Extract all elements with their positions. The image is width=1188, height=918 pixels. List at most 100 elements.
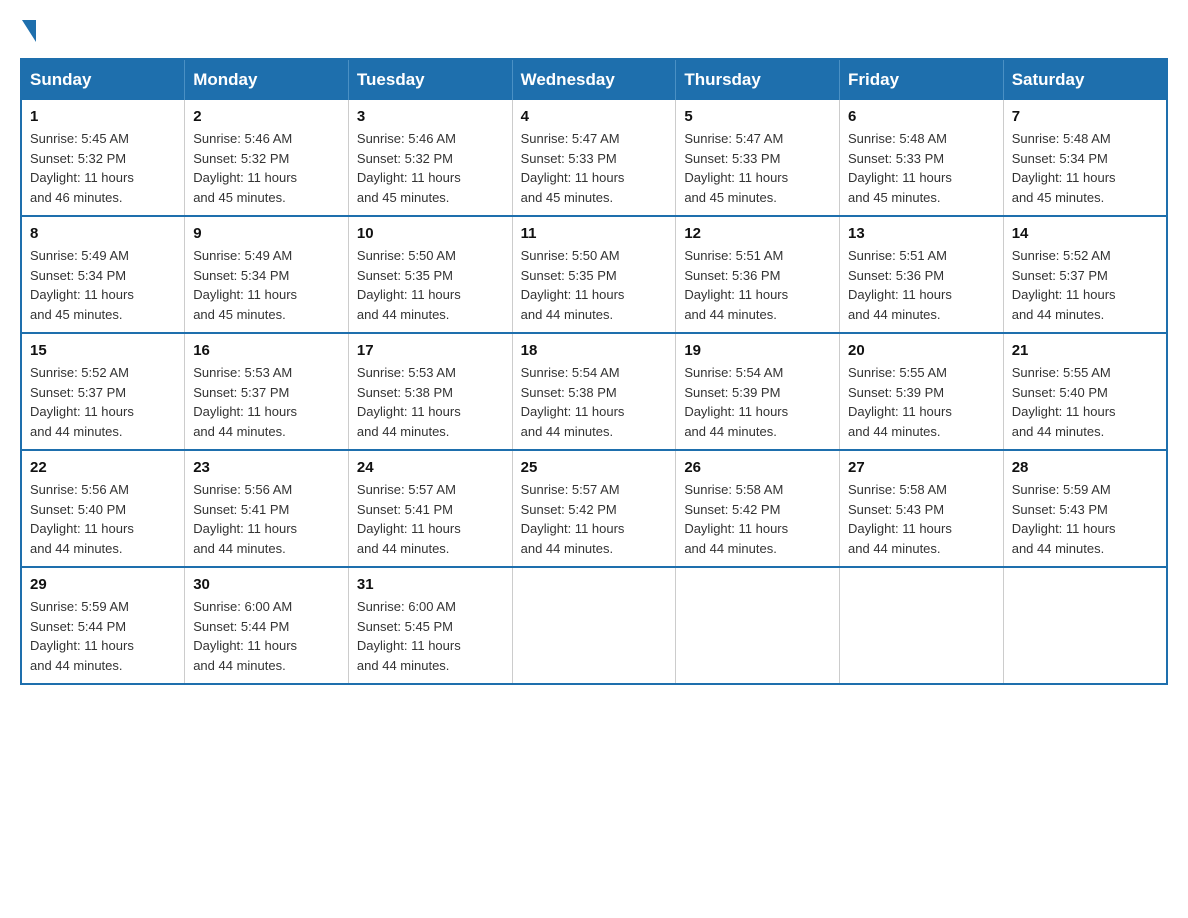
- day-number: 18: [521, 342, 668, 359]
- day-number: 21: [1012, 342, 1158, 359]
- day-number: 22: [30, 459, 176, 476]
- calendar-day-cell: 7 Sunrise: 5:48 AMSunset: 5:34 PMDayligh…: [1003, 100, 1167, 216]
- day-number: 27: [848, 459, 995, 476]
- day-number: 20: [848, 342, 995, 359]
- day-info: Sunrise: 5:52 AMSunset: 5:37 PMDaylight:…: [30, 363, 176, 441]
- day-number: 31: [357, 576, 504, 593]
- day-number: 2: [193, 108, 340, 125]
- calendar-day-cell: 10 Sunrise: 5:50 AMSunset: 5:35 PMDaylig…: [348, 216, 512, 333]
- day-info: Sunrise: 5:55 AMSunset: 5:40 PMDaylight:…: [1012, 363, 1158, 441]
- day-number: 29: [30, 576, 176, 593]
- header-friday: Friday: [840, 59, 1004, 100]
- calendar-day-cell: 16 Sunrise: 5:53 AMSunset: 5:37 PMDaylig…: [185, 333, 349, 450]
- day-info: Sunrise: 5:56 AMSunset: 5:40 PMDaylight:…: [30, 480, 176, 558]
- calendar-day-cell: 28 Sunrise: 5:59 AMSunset: 5:43 PMDaylig…: [1003, 450, 1167, 567]
- calendar-empty-cell: [676, 567, 840, 684]
- day-info: Sunrise: 5:46 AMSunset: 5:32 PMDaylight:…: [357, 129, 504, 207]
- day-number: 25: [521, 459, 668, 476]
- day-info: Sunrise: 5:48 AMSunset: 5:33 PMDaylight:…: [848, 129, 995, 207]
- calendar-day-cell: 23 Sunrise: 5:56 AMSunset: 5:41 PMDaylig…: [185, 450, 349, 567]
- day-info: Sunrise: 5:52 AMSunset: 5:37 PMDaylight:…: [1012, 246, 1158, 324]
- calendar-empty-cell: [840, 567, 1004, 684]
- calendar-day-cell: 2 Sunrise: 5:46 AMSunset: 5:32 PMDayligh…: [185, 100, 349, 216]
- day-number: 14: [1012, 225, 1158, 242]
- page-header: [20, 20, 1168, 38]
- day-info: Sunrise: 5:55 AMSunset: 5:39 PMDaylight:…: [848, 363, 995, 441]
- day-info: Sunrise: 5:46 AMSunset: 5:32 PMDaylight:…: [193, 129, 340, 207]
- calendar-day-cell: 1 Sunrise: 5:45 AMSunset: 5:32 PMDayligh…: [21, 100, 185, 216]
- day-number: 7: [1012, 108, 1158, 125]
- day-number: 28: [1012, 459, 1158, 476]
- day-info: Sunrise: 5:50 AMSunset: 5:35 PMDaylight:…: [521, 246, 668, 324]
- calendar-day-cell: 15 Sunrise: 5:52 AMSunset: 5:37 PMDaylig…: [21, 333, 185, 450]
- calendar-day-cell: 11 Sunrise: 5:50 AMSunset: 5:35 PMDaylig…: [512, 216, 676, 333]
- header-sunday: Sunday: [21, 59, 185, 100]
- day-number: 11: [521, 225, 668, 242]
- day-info: Sunrise: 5:53 AMSunset: 5:37 PMDaylight:…: [193, 363, 340, 441]
- day-info: Sunrise: 5:50 AMSunset: 5:35 PMDaylight:…: [357, 246, 504, 324]
- calendar-day-cell: 21 Sunrise: 5:55 AMSunset: 5:40 PMDaylig…: [1003, 333, 1167, 450]
- calendar-day-cell: 17 Sunrise: 5:53 AMSunset: 5:38 PMDaylig…: [348, 333, 512, 450]
- calendar-day-cell: 22 Sunrise: 5:56 AMSunset: 5:40 PMDaylig…: [21, 450, 185, 567]
- calendar-week-row: 22 Sunrise: 5:56 AMSunset: 5:40 PMDaylig…: [21, 450, 1167, 567]
- header-monday: Monday: [185, 59, 349, 100]
- day-info: Sunrise: 5:48 AMSunset: 5:34 PMDaylight:…: [1012, 129, 1158, 207]
- day-info: Sunrise: 5:59 AMSunset: 5:43 PMDaylight:…: [1012, 480, 1158, 558]
- day-number: 10: [357, 225, 504, 242]
- day-info: Sunrise: 5:59 AMSunset: 5:44 PMDaylight:…: [30, 597, 176, 675]
- calendar-week-row: 8 Sunrise: 5:49 AMSunset: 5:34 PMDayligh…: [21, 216, 1167, 333]
- calendar-table: SundayMondayTuesdayWednesdayThursdayFrid…: [20, 58, 1168, 685]
- day-info: Sunrise: 5:54 AMSunset: 5:38 PMDaylight:…: [521, 363, 668, 441]
- day-info: Sunrise: 6:00 AMSunset: 5:44 PMDaylight:…: [193, 597, 340, 675]
- calendar-week-row: 1 Sunrise: 5:45 AMSunset: 5:32 PMDayligh…: [21, 100, 1167, 216]
- day-number: 3: [357, 108, 504, 125]
- calendar-day-cell: 31 Sunrise: 6:00 AMSunset: 5:45 PMDaylig…: [348, 567, 512, 684]
- day-info: Sunrise: 5:53 AMSunset: 5:38 PMDaylight:…: [357, 363, 504, 441]
- day-number: 15: [30, 342, 176, 359]
- calendar-day-cell: 26 Sunrise: 5:58 AMSunset: 5:42 PMDaylig…: [676, 450, 840, 567]
- header-tuesday: Tuesday: [348, 59, 512, 100]
- calendar-day-cell: 25 Sunrise: 5:57 AMSunset: 5:42 PMDaylig…: [512, 450, 676, 567]
- header-wednesday: Wednesday: [512, 59, 676, 100]
- calendar-day-cell: 3 Sunrise: 5:46 AMSunset: 5:32 PMDayligh…: [348, 100, 512, 216]
- day-info: Sunrise: 5:45 AMSunset: 5:32 PMDaylight:…: [30, 129, 176, 207]
- day-number: 24: [357, 459, 504, 476]
- day-info: Sunrise: 6:00 AMSunset: 5:45 PMDaylight:…: [357, 597, 504, 675]
- header-saturday: Saturday: [1003, 59, 1167, 100]
- day-number: 26: [684, 459, 831, 476]
- day-number: 6: [848, 108, 995, 125]
- calendar-day-cell: 24 Sunrise: 5:57 AMSunset: 5:41 PMDaylig…: [348, 450, 512, 567]
- calendar-day-cell: 4 Sunrise: 5:47 AMSunset: 5:33 PMDayligh…: [512, 100, 676, 216]
- day-number: 23: [193, 459, 340, 476]
- header-thursday: Thursday: [676, 59, 840, 100]
- calendar-week-row: 15 Sunrise: 5:52 AMSunset: 5:37 PMDaylig…: [21, 333, 1167, 450]
- calendar-day-cell: 12 Sunrise: 5:51 AMSunset: 5:36 PMDaylig…: [676, 216, 840, 333]
- day-info: Sunrise: 5:58 AMSunset: 5:42 PMDaylight:…: [684, 480, 831, 558]
- calendar-header-row: SundayMondayTuesdayWednesdayThursdayFrid…: [21, 59, 1167, 100]
- calendar-day-cell: 5 Sunrise: 5:47 AMSunset: 5:33 PMDayligh…: [676, 100, 840, 216]
- day-number: 30: [193, 576, 340, 593]
- day-info: Sunrise: 5:49 AMSunset: 5:34 PMDaylight:…: [193, 246, 340, 324]
- day-number: 9: [193, 225, 340, 242]
- day-info: Sunrise: 5:51 AMSunset: 5:36 PMDaylight:…: [848, 246, 995, 324]
- calendar-day-cell: 30 Sunrise: 6:00 AMSunset: 5:44 PMDaylig…: [185, 567, 349, 684]
- day-number: 16: [193, 342, 340, 359]
- calendar-day-cell: 6 Sunrise: 5:48 AMSunset: 5:33 PMDayligh…: [840, 100, 1004, 216]
- logo-arrow-icon: [22, 20, 36, 42]
- calendar-day-cell: 29 Sunrise: 5:59 AMSunset: 5:44 PMDaylig…: [21, 567, 185, 684]
- calendar-day-cell: 19 Sunrise: 5:54 AMSunset: 5:39 PMDaylig…: [676, 333, 840, 450]
- calendar-week-row: 29 Sunrise: 5:59 AMSunset: 5:44 PMDaylig…: [21, 567, 1167, 684]
- day-number: 12: [684, 225, 831, 242]
- calendar-day-cell: 9 Sunrise: 5:49 AMSunset: 5:34 PMDayligh…: [185, 216, 349, 333]
- day-info: Sunrise: 5:51 AMSunset: 5:36 PMDaylight:…: [684, 246, 831, 324]
- calendar-day-cell: 18 Sunrise: 5:54 AMSunset: 5:38 PMDaylig…: [512, 333, 676, 450]
- day-info: Sunrise: 5:47 AMSunset: 5:33 PMDaylight:…: [521, 129, 668, 207]
- calendar-day-cell: 14 Sunrise: 5:52 AMSunset: 5:37 PMDaylig…: [1003, 216, 1167, 333]
- day-info: Sunrise: 5:49 AMSunset: 5:34 PMDaylight:…: [30, 246, 176, 324]
- day-number: 1: [30, 108, 176, 125]
- calendar-day-cell: 27 Sunrise: 5:58 AMSunset: 5:43 PMDaylig…: [840, 450, 1004, 567]
- day-info: Sunrise: 5:57 AMSunset: 5:42 PMDaylight:…: [521, 480, 668, 558]
- calendar-empty-cell: [1003, 567, 1167, 684]
- day-number: 4: [521, 108, 668, 125]
- day-info: Sunrise: 5:56 AMSunset: 5:41 PMDaylight:…: [193, 480, 340, 558]
